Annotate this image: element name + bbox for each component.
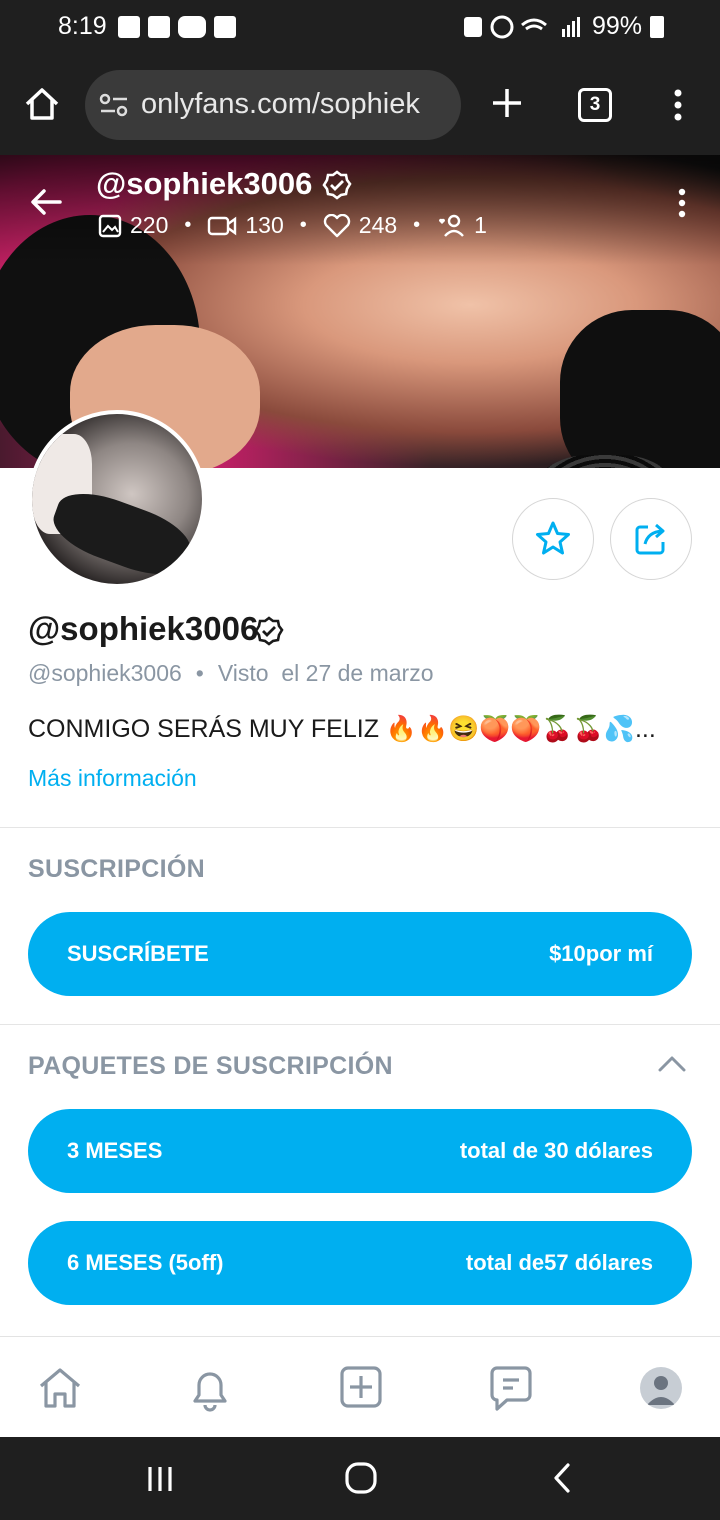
status-bar: 8:19 99% — [0, 0, 720, 58]
separator: • — [195, 660, 204, 686]
bottom-navigation — [0, 1336, 720, 1438]
favorite-button[interactable] — [512, 498, 594, 580]
heart-icon — [323, 213, 350, 237]
last-seen: Visto el 27 de marzo — [217, 660, 434, 686]
subscription-title: SUSCRIPCIÓN — [28, 855, 205, 883]
add-post-icon[interactable] — [339, 1365, 383, 1409]
likes-count: 248 — [358, 212, 398, 238]
browser-toolbar: onlyfans.com/sophiek 3 — [0, 58, 720, 155]
more-vert-icon[interactable] — [676, 188, 688, 220]
divider — [0, 827, 720, 828]
banner-stats: 220 • 130 • 248 • 1 — [98, 212, 487, 239]
gallery-icon — [214, 16, 236, 38]
more-vert-icon[interactable] — [672, 88, 684, 122]
facebook-icon — [148, 16, 170, 38]
battery-percent: 99% — [591, 12, 642, 40]
bundle-price: total de57 dólares — [465, 1250, 653, 1275]
star-icon — [536, 521, 570, 555]
address-bar[interactable]: onlyfans.com/sophiek — [85, 70, 461, 140]
verified-badge-icon — [322, 170, 352, 200]
bundle-button[interactable]: 3 MESES total de 30 dólares — [28, 1109, 692, 1193]
system-navigation-bar — [0, 1437, 720, 1520]
stat-separator: • — [184, 214, 192, 236]
profile-handle: @sophiek3006 — [28, 660, 182, 686]
site-settings-icon[interactable] — [99, 93, 129, 117]
subscribe-price: $10por mí — [549, 941, 653, 966]
more-info-link[interactable]: Más información — [28, 765, 197, 792]
user-icon — [647, 1376, 675, 1405]
bell-icon[interactable] — [187, 1365, 233, 1413]
avatar-detail — [45, 481, 199, 584]
notification-icons — [118, 16, 236, 38]
tab-switcher-button[interactable]: 3 — [578, 88, 612, 122]
messages-icon[interactable] — [489, 1365, 533, 1413]
fans-icon — [439, 214, 465, 237]
bundles-title: PAQUETES DE SUSCRIPCIÓN — [28, 1052, 393, 1080]
youtube-icon — [178, 16, 206, 38]
profile-name: @sophiek3006 — [28, 610, 259, 647]
bundle-label: 6 MESES (5off) — [67, 1250, 224, 1275]
profile-bio: CONMIGO SERÁS MUY FELIZ 🔥🔥😆🍑🍑🍒🍒💦... — [28, 715, 656, 743]
battery-icon — [650, 15, 664, 38]
share-button[interactable] — [610, 498, 692, 580]
photo-count: 220 — [130, 212, 169, 238]
subscribe-label: SUSCRÍBETE — [67, 941, 209, 966]
profile-subline: @sophiek3006 • Visto el 27 de marzo — [28, 660, 434, 687]
share-icon — [635, 523, 665, 555]
profile-avatar-icon[interactable] — [640, 1367, 682, 1409]
back-arrow-icon[interactable] — [28, 186, 64, 218]
bundle-button[interactable]: 6 MESES (5off) total de57 dólares — [28, 1221, 692, 1305]
avatar[interactable] — [28, 410, 206, 588]
divider — [0, 1024, 720, 1025]
system-indicators: 99% — [463, 12, 664, 41]
video-count: 130 — [245, 212, 284, 238]
video-icon — [208, 216, 237, 235]
verified-badge-icon — [254, 616, 284, 646]
subscribe-button[interactable]: SUSCRÍBETE $10por mí — [28, 912, 692, 996]
stat-separator: • — [299, 214, 307, 236]
cover-detail — [560, 310, 720, 468]
stat-separator: • — [413, 214, 421, 236]
new-tab-icon[interactable] — [490, 86, 524, 120]
facebook-icon — [118, 16, 140, 38]
home-button-icon[interactable] — [344, 1461, 378, 1495]
fans-count: 1 — [474, 212, 487, 238]
banner-username: @sophiek3006 — [96, 166, 313, 201]
back-icon[interactable] — [552, 1462, 572, 1494]
photo-icon — [98, 214, 122, 237]
url-text: onlyfans.com/sophiek — [141, 88, 420, 120]
clock: 8:19 — [58, 12, 107, 40]
signal-icon — [463, 15, 580, 38]
chevron-up-icon[interactable] — [658, 1054, 686, 1072]
bundle-label: 3 MESES — [67, 1138, 163, 1163]
home-icon[interactable] — [37, 1365, 83, 1411]
recent-apps-icon[interactable] — [146, 1465, 174, 1493]
home-icon[interactable] — [22, 84, 62, 124]
bundle-price: total de 30 dólares — [459, 1138, 653, 1163]
